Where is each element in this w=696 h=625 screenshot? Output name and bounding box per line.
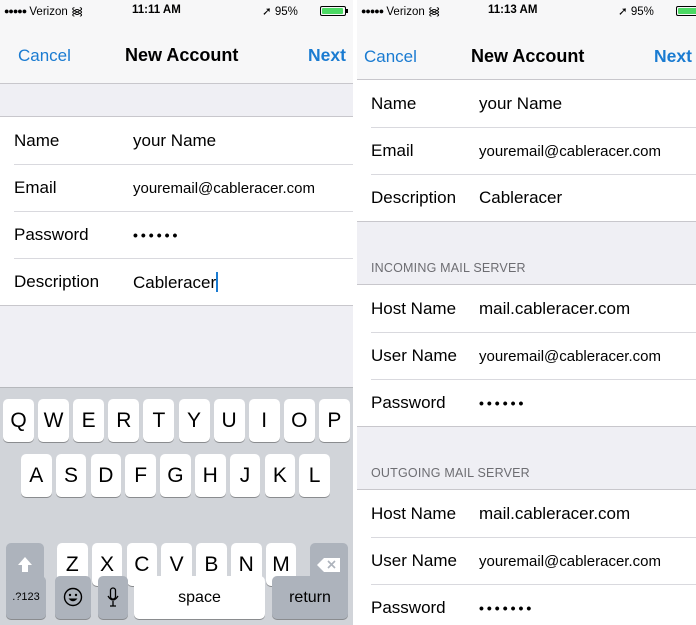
name-label: Name	[14, 131, 60, 150]
email-label: Email	[14, 178, 57, 197]
key-l[interactable]: L	[299, 454, 330, 497]
name-field[interactable]: your Name	[133, 131, 216, 151]
password-label: Password	[371, 393, 446, 412]
location-icon: ➚	[262, 6, 272, 18]
location-icon: ➚	[618, 6, 628, 18]
password-row[interactable]: Password ••••••	[0, 211, 353, 258]
carrier: ●●●●● Verizon ᯼	[361, 6, 441, 18]
name-row[interactable]: Name your Name	[0, 117, 353, 164]
left-screen: ●●●●● Verizon ᯼ 11:11 AM ➚ 95% Cancel Ne…	[0, 0, 353, 625]
incoming-host-field[interactable]: mail.cableracer.com	[479, 299, 630, 319]
page-title: New Account	[125, 45, 239, 65]
emoji-icon	[63, 587, 83, 607]
wifi-icon: ᯼	[70, 6, 84, 18]
key-a[interactable]: A	[21, 454, 52, 497]
key-g[interactable]: G	[160, 454, 191, 497]
name-label: Name	[371, 94, 417, 113]
battery-percent: ➚ 95%	[262, 6, 298, 18]
key-w[interactable]: W	[38, 399, 70, 442]
email-field[interactable]: youremail@cableracer.com	[133, 180, 315, 197]
account-fields: Name your Name Email youremail@cablerace…	[357, 80, 696, 222]
key-f[interactable]: F	[125, 454, 156, 497]
key-j[interactable]: J	[229, 454, 261, 497]
key-q[interactable]: Q	[3, 399, 34, 442]
microphone-key[interactable]	[98, 576, 128, 619]
text-cursor	[216, 272, 219, 292]
numbers-key[interactable]: .?123	[6, 576, 46, 619]
key-r[interactable]: R	[108, 399, 140, 442]
outgoing-host-row[interactable]: Host Name mail.cableracer.com	[357, 490, 696, 537]
incoming-server-fields: Host Name mail.cableracer.com User Name …	[357, 284, 696, 427]
key-k[interactable]: K	[264, 454, 296, 497]
outgoing-user-row[interactable]: User Name youremail@cableracer.com	[357, 537, 696, 584]
name-field[interactable]: your Name	[479, 94, 562, 114]
key-s[interactable]: S	[55, 454, 87, 497]
description-field[interactable]: Cableracer	[133, 272, 219, 293]
email-row[interactable]: Email youremail@cableracer.com	[357, 127, 696, 174]
next-button[interactable]: Next	[654, 46, 692, 67]
battery-icon	[676, 6, 696, 16]
signal-icon: ●●●●●	[4, 6, 27, 16]
keyboard: QWERTYUIOP ASDFGHJKL ZXCVBNM .?123 space…	[0, 387, 353, 625]
key-d[interactable]: D	[90, 454, 122, 497]
user-name-label: User Name	[371, 346, 457, 365]
status-bar: ●●●●● Verizon ᯼ 11:11 AM ➚ 95%	[0, 0, 353, 20]
key-y[interactable]: Y	[178, 399, 210, 442]
description-label: Description	[371, 188, 457, 207]
outgoing-section-header: OUTGOING MAIL SERVER	[371, 466, 530, 480]
incoming-host-row[interactable]: Host Name mail.cableracer.com	[357, 285, 696, 332]
key-p[interactable]: P	[318, 399, 350, 442]
key-i[interactable]: I	[248, 399, 280, 442]
outgoing-password-row[interactable]: Password •••••••	[357, 584, 696, 625]
key-t[interactable]: T	[143, 399, 175, 442]
description-field[interactable]: Cableracer	[479, 188, 562, 208]
user-name-label: User Name	[371, 551, 457, 570]
key-o[interactable]: O	[283, 399, 315, 442]
battery-percent: ➚ 95%	[618, 6, 654, 18]
host-name-label: Host Name	[371, 504, 457, 523]
name-row[interactable]: Name your Name	[357, 80, 696, 127]
description-label: Description	[14, 272, 100, 291]
key-u[interactable]: U	[213, 399, 245, 442]
incoming-password-field[interactable]: ••••••	[479, 395, 526, 411]
email-label: Email	[371, 141, 414, 160]
incoming-section-header: INCOMING MAIL SERVER	[371, 261, 526, 275]
host-name-label: Host Name	[371, 299, 457, 318]
battery-icon	[320, 6, 348, 16]
outgoing-host-field[interactable]: mail.cableracer.com	[479, 504, 630, 524]
password-field[interactable]: ••••••	[133, 227, 180, 243]
nav-bar: Cancel New Account Next	[357, 20, 696, 80]
incoming-user-row[interactable]: User Name youremail@cableracer.com	[357, 332, 696, 379]
carrier: ●●●●● Verizon ᯼	[4, 6, 84, 18]
account-fields: Name your Name Email youremail@cablerace…	[0, 116, 353, 306]
key-h[interactable]: H	[195, 454, 226, 497]
incoming-user-field[interactable]: youremail@cableracer.com	[479, 348, 661, 365]
email-field[interactable]: youremail@cableracer.com	[479, 143, 661, 160]
emoji-key[interactable]	[55, 576, 91, 619]
nav-bar: Cancel New Account Next	[0, 20, 353, 84]
outgoing-user-field[interactable]: youremail@cableracer.com	[479, 553, 661, 570]
password-label: Password	[14, 225, 89, 244]
description-row[interactable]: Description Cableracer	[357, 174, 696, 221]
microphone-icon	[107, 587, 119, 607]
signal-icon: ●●●●●	[361, 6, 384, 16]
return-key[interactable]: return	[272, 576, 348, 619]
key-e[interactable]: E	[73, 399, 105, 442]
wifi-icon: ᯼	[427, 6, 441, 18]
space-key[interactable]: space	[134, 576, 265, 619]
cancel-button[interactable]: Cancel	[364, 47, 417, 67]
next-button[interactable]: Next	[308, 45, 346, 66]
right-screen: ●●●●● Verizon ᯼ 11:13 AM ➚ 95% Cancel Ne…	[357, 0, 696, 625]
email-row[interactable]: Email youremail@cableracer.com	[0, 164, 353, 211]
description-row[interactable]: Description Cableracer	[0, 258, 353, 305]
outgoing-password-field[interactable]: •••••••	[479, 600, 534, 616]
cancel-button[interactable]: Cancel	[18, 46, 71, 66]
incoming-password-row[interactable]: Password ••••••	[357, 379, 696, 426]
password-label: Password	[371, 598, 446, 617]
outgoing-server-fields: Host Name mail.cableracer.com User Name …	[357, 489, 696, 625]
page-title: New Account	[471, 46, 585, 66]
status-bar: ●●●●● Verizon ᯼ 11:13 AM ➚ 95%	[357, 0, 696, 20]
status-time: 11:11 AM	[132, 4, 181, 16]
status-time: 11:13 AM	[488, 4, 538, 16]
